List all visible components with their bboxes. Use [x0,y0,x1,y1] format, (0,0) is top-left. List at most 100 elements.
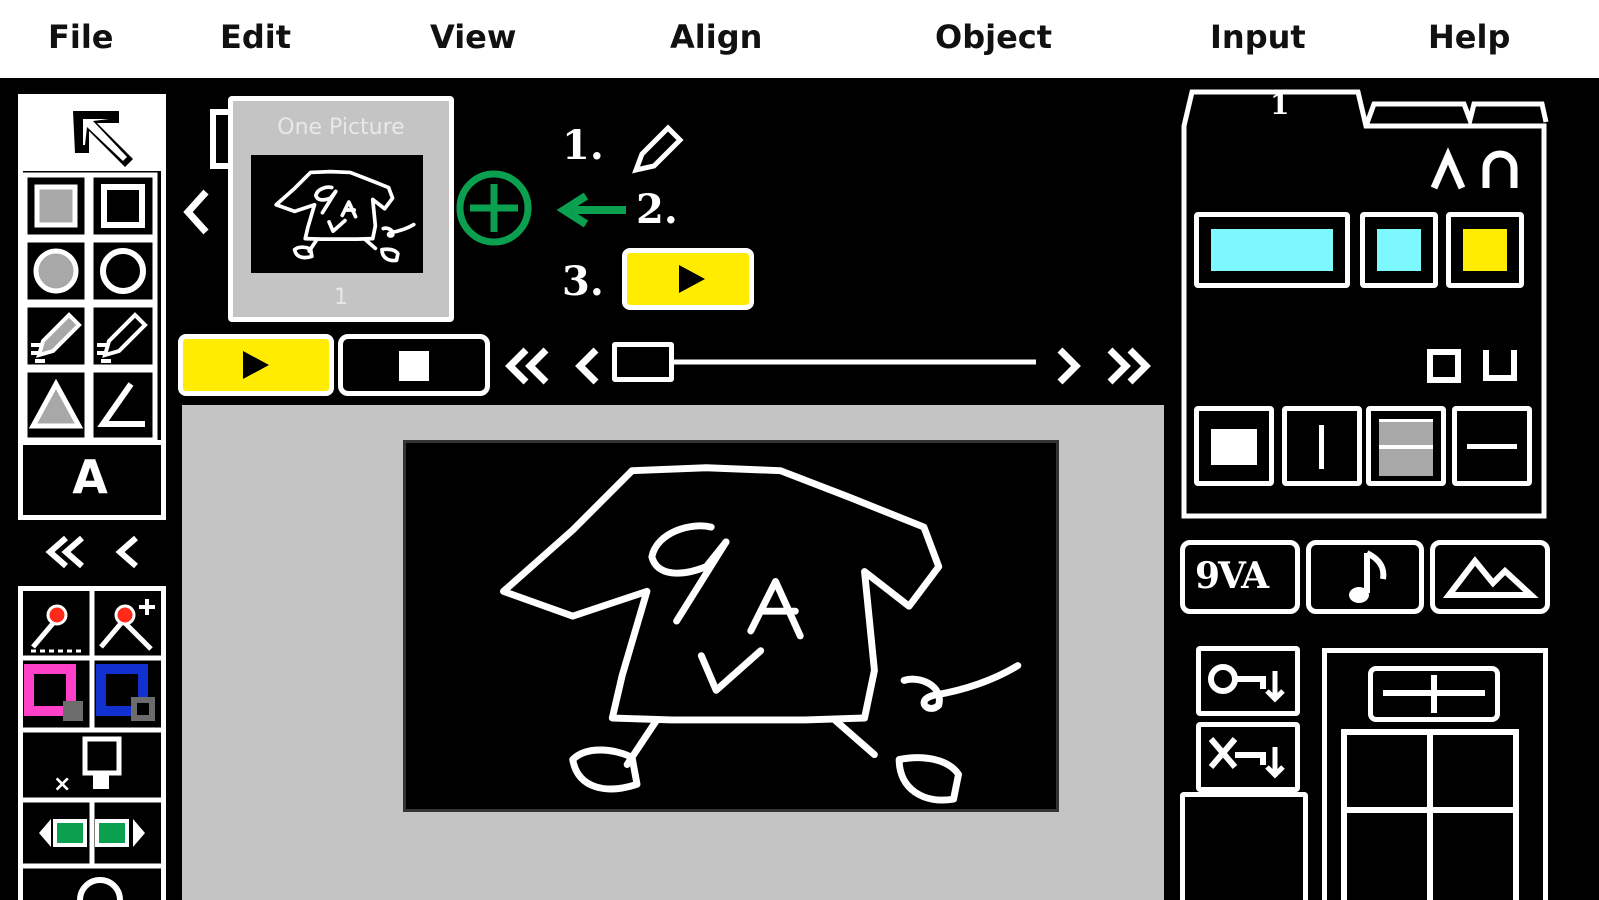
distribute-tool[interactable] [23,803,161,865]
frame-prev-icon[interactable] [182,188,212,238]
rect-tool[interactable] [91,175,155,237]
thumbnail-drawing [274,169,416,263]
cap-open-button[interactable] [1480,346,1520,386]
outline-square-icon [101,184,145,228]
layout-cell-top-right[interactable] [1432,734,1512,806]
point-move-icon [31,604,81,653]
filled-pen-tool[interactable] [25,305,87,367]
stop-button[interactable] [338,334,490,396]
menu-object[interactable]: Object [935,18,1052,56]
polyline-tool[interactable] [91,372,155,438]
stop-icon [399,351,429,381]
menu-align[interactable]: Align [670,18,762,56]
filled-square-icon [34,184,78,228]
x-down-icon [1208,737,1285,779]
menu-view[interactable]: View [430,18,516,56]
key-cancel-button[interactable] [1196,722,1300,792]
fill-style-solid[interactable] [1194,406,1274,486]
arrow-left-icon [556,192,626,228]
panel-tab-3[interactable] [1468,102,1548,126]
layout-cell-bottom-right[interactable] [1432,814,1512,900]
ellipse-tool[interactable] [91,240,155,302]
pencil-step-icon [632,124,684,174]
magenta-fill-icon [24,664,83,721]
solid-fill-icon [1211,429,1257,465]
preview-play-button[interactable] [622,248,754,310]
previous-frame-icon[interactable] [570,346,606,386]
text-tool-glyph: A [72,450,108,504]
color-swatch-cyan[interactable] [1360,212,1438,288]
tool-divider [18,440,166,445]
fill-style-vertical[interactable] [1282,406,1362,486]
fill-style-gray[interactable] [1366,406,1446,486]
corner-round-button[interactable] [1480,148,1524,192]
corner-sharp-button[interactable] [1430,148,1474,192]
fill-style-horizontal[interactable] [1452,406,1532,486]
image-button[interactable] [1430,540,1550,614]
thumbnail-title: One Picture [277,115,405,140]
filled-circle-icon [33,248,79,294]
key-down-icon [1208,664,1285,703]
font-button[interactable]: 9VA [1180,540,1300,614]
vertical-line-icon [1319,425,1324,469]
filled-ellipse-tool[interactable] [25,240,87,302]
music-note-icon [1349,550,1387,603]
play-icon [679,265,705,293]
layout-cell-top-left[interactable] [1346,734,1426,806]
cyan-color [1211,229,1333,271]
sound-button[interactable] [1306,540,1424,614]
drawing-canvas[interactable] [403,440,1059,812]
menu-input[interactable]: Input [1210,18,1306,56]
color-swatch-wide[interactable] [1194,212,1350,288]
timeline-slider[interactable] [612,340,1042,384]
step-2-label: 2. [636,186,678,233]
step-3-label: 3. [562,258,604,305]
filled-polygon-tool[interactable] [25,372,87,438]
add-layout-button[interactable] [1368,666,1500,722]
play-button[interactable] [178,334,334,396]
add-point-tool[interactable] [95,591,161,658]
filled-triangle-icon [28,378,84,429]
add-frame-icon[interactable] [452,166,536,250]
input-area-box[interactable] [1180,792,1308,900]
font-button-label: 9VA [1195,555,1269,597]
filled-pencil-icon [31,312,82,363]
last-frame-icon[interactable] [1100,346,1160,386]
gray-split-divider [1379,445,1433,449]
select-tool[interactable] [23,99,161,171]
color-fill-tool[interactable] [23,661,92,728]
pencil-icon [97,312,148,363]
move-point-tool[interactable] [23,591,92,658]
menu-help[interactable]: Help [1428,18,1510,56]
timeline-handle[interactable] [612,342,674,382]
next-frame-icon[interactable] [1050,346,1086,386]
key-input-button[interactable] [1196,646,1300,716]
layout-cell-bottom-left[interactable] [1346,814,1426,900]
step-1-label: 1. [562,122,604,169]
thumbnail-number: 1 [334,285,348,310]
palette-first-button[interactable] [42,532,92,572]
angle-line-icon [97,382,145,427]
palette-prev-button[interactable] [110,532,150,572]
character-drawing [500,464,1022,804]
menu-edit[interactable]: Edit [220,18,291,56]
menu-file[interactable]: File [48,18,114,56]
resize-handle-icon: × [53,736,122,797]
text-tool[interactable]: A [25,445,155,509]
first-frame-icon[interactable] [500,346,560,386]
yellow-swatch [1463,229,1507,271]
pen-tool[interactable] [91,305,155,367]
color-swatch-yellow[interactable] [1446,212,1524,288]
frame-thumbnail[interactable]: One Picture 1 [228,96,454,322]
horizontal-line-icon [1467,444,1517,449]
distribute-icon [39,819,145,847]
filled-rect-tool[interactable] [25,175,87,237]
resize-tool[interactable]: × [23,733,161,797]
thumbnail-canvas [251,155,423,273]
panel-tab-1-label[interactable]: 1 [1270,88,1289,121]
color-stroke-tool[interactable] [95,661,161,728]
more-tools-icon [77,877,123,900]
cap-square-button[interactable] [1426,346,1466,386]
panel-tab-2[interactable] [1372,102,1464,126]
play-icon [243,351,269,379]
